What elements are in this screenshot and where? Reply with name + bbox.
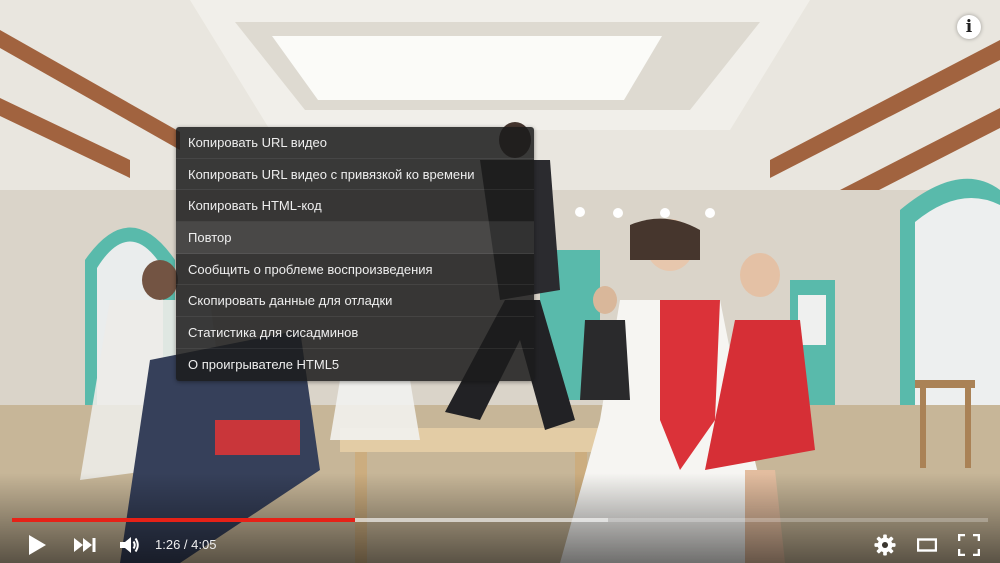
player-context-menu: Копировать URL видео Копировать URL виде… [176, 127, 534, 381]
video-player[interactable]: i Копировать URL видео Копировать URL ви… [0, 0, 1000, 563]
gear-icon [874, 534, 896, 556]
next-button[interactable] [70, 528, 100, 562]
current-time: 1:26 [155, 537, 181, 552]
progress-bar[interactable] [12, 518, 988, 522]
menu-item-copy-embed-code[interactable]: Копировать HTML-код [176, 190, 534, 223]
menu-item-about-html5-player[interactable]: О проигрывателе HTML5 [176, 349, 534, 381]
play-icon [29, 535, 46, 555]
play-button[interactable] [22, 528, 52, 562]
menu-item-report-playback-issue[interactable]: Сообщить о проблеме воспроизведения [176, 254, 534, 286]
controls-bar: 1:26 / 4:05 [12, 528, 988, 562]
volume-button[interactable] [116, 528, 144, 562]
menu-item-copy-video-url-at-time[interactable]: Копировать URL видео с привязкой ко врем… [176, 159, 534, 191]
settings-button[interactable] [872, 528, 898, 562]
theater-mode-icon [917, 538, 937, 552]
menu-item-copy-debug-info[interactable]: Скопировать данные для отладки [176, 285, 534, 318]
duration: 4:05 [191, 537, 217, 552]
menu-item-loop[interactable]: Повтор [176, 222, 534, 254]
volume-icon [120, 537, 139, 553]
info-button[interactable]: i [957, 15, 981, 39]
next-icon [74, 538, 96, 552]
info-icon: i [965, 17, 973, 37]
time-display: 1:26 / 4:05 [155, 528, 216, 562]
fullscreen-button[interactable] [955, 528, 983, 562]
menu-item-copy-video-url[interactable]: Копировать URL видео [176, 127, 534, 159]
time-separator: / [180, 537, 192, 552]
fullscreen-icon [958, 534, 980, 556]
theater-mode-button[interactable] [914, 528, 940, 562]
progress-played [12, 518, 355, 522]
menu-item-stats-for-nerds[interactable]: Статистика для сисадминов [176, 317, 534, 349]
